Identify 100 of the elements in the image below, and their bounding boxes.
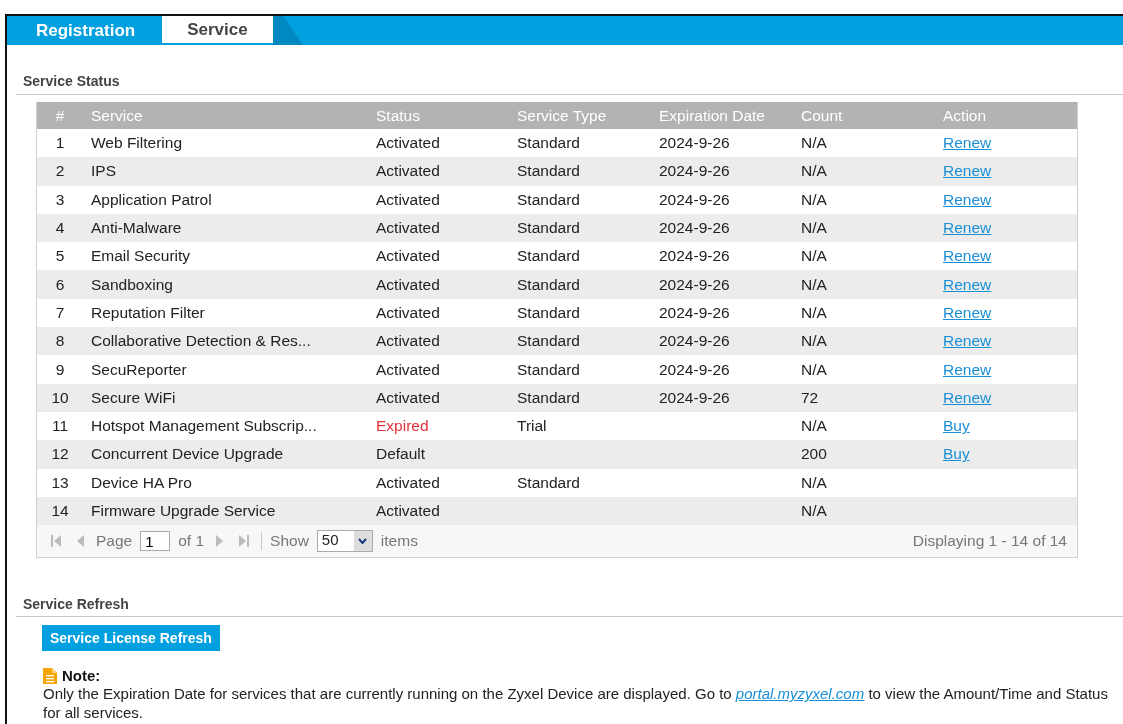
table-cell: IPS (91, 162, 116, 180)
table-cell: 6 (55, 275, 65, 293)
table-cell: Collaborative Detection & Res... (91, 332, 311, 350)
action-link[interactable]: Renew (943, 162, 992, 180)
table-cell: Activated (376, 162, 440, 180)
table-cell: 8 (55, 332, 65, 350)
action-link[interactable]: Renew (943, 332, 992, 350)
table-cell: Activated (376, 275, 440, 293)
items-per-page-select[interactable]: 50 (316, 530, 373, 553)
table-cell: Web Filtering (91, 134, 183, 152)
table-cell: 2 (55, 162, 65, 180)
table-cell: N/A (801, 417, 827, 435)
table-cell: SecuReporter (91, 360, 187, 378)
table-cell: Activated (376, 247, 440, 265)
action-link[interactable]: Renew (943, 275, 992, 293)
table-cell: 2024-9-26 (659, 247, 730, 265)
table-cell: Hotspot Management Subscrip... (91, 417, 317, 435)
table-cell: 13 (51, 473, 69, 491)
action-link[interactable]: Renew (943, 303, 992, 321)
table-cell: N/A (801, 502, 827, 519)
table-cell: 2024-9-26 (659, 275, 730, 293)
action-link[interactable]: Renew (943, 219, 992, 237)
table-cell: 2024-9-26 (659, 162, 730, 180)
table-cell: N/A (801, 473, 827, 491)
table-cell: N/A (801, 275, 827, 293)
table-cell: N/A (801, 247, 827, 265)
table-cell: Standard (517, 303, 580, 321)
table-cell: Standard (517, 219, 580, 237)
column-header: Service (90, 106, 143, 125)
table-cell: Concurrent Device Upgrade (91, 445, 284, 463)
column-header: Expiration Date (658, 106, 765, 125)
table-cell: Activated (376, 388, 440, 406)
table-cell: Activated (376, 502, 440, 519)
column-header: Count (800, 106, 843, 125)
note-title: Note: (62, 667, 101, 685)
display-summary: Displaying 1 - 14 of 14 (912, 532, 1067, 551)
section-title: Service Refresh (16, 596, 1123, 618)
table-cell: 10 (51, 388, 69, 406)
license-refresh-button[interactable]: Service License Refresh (42, 625, 220, 652)
table-cell: Activated (376, 134, 440, 152)
table-cell: Activated (376, 190, 440, 208)
table-cell: Reputation Filter (91, 303, 205, 321)
table-cell: Activated (376, 332, 440, 350)
table-cell: 3 (55, 190, 65, 208)
tab-edge-icon (272, 16, 303, 45)
table-cell: 9 (55, 360, 65, 378)
column-header: Action (942, 106, 987, 125)
items-label: items (380, 532, 418, 551)
action-link[interactable]: Renew (943, 388, 992, 406)
table-cell: Standard (517, 388, 580, 406)
table-cell: N/A (801, 332, 827, 350)
first-page-icon[interactable] (50, 534, 62, 549)
tab[interactable]: Service (162, 16, 273, 43)
action-link[interactable]: Buy (943, 417, 970, 435)
action-link[interactable]: Buy (943, 445, 970, 463)
show-label: Show (270, 532, 309, 551)
action-link[interactable]: Renew (943, 134, 992, 152)
table-cell: Activated (376, 219, 440, 237)
table-cell: Activated (376, 360, 440, 378)
table-cell: Standard (517, 162, 580, 180)
table-cell: Activated (376, 473, 440, 491)
page-input[interactable]: 1 (140, 531, 171, 552)
table-cell: N/A (801, 219, 827, 237)
table-cell: Activated (376, 303, 440, 321)
table-cell: Standard (517, 275, 580, 293)
action-link[interactable]: Renew (943, 190, 992, 208)
table-cell: N/A (801, 360, 827, 378)
last-page-icon[interactable] (238, 534, 251, 549)
note-icon (43, 667, 57, 684)
table-cell: N/A (801, 190, 827, 208)
table-cell: 2024-9-26 (659, 190, 730, 208)
table-cell: 2024-9-26 (659, 360, 730, 378)
table-cell: Firmware Upgrade Service (91, 502, 276, 519)
table-cell: Standard (517, 473, 580, 491)
table-cell: 14 (51, 502, 69, 519)
column-header: Service Type (516, 106, 607, 125)
table-cell: Expired (376, 417, 429, 435)
table-cell: 11 (51, 417, 69, 435)
table-cell: 2024-9-26 (659, 388, 730, 406)
action-link[interactable]: Renew (943, 247, 992, 265)
portal-link[interactable]: portal.myzyxel.com (735, 685, 865, 703)
table-cell: 2024-9-26 (659, 134, 730, 152)
table-cell: Standard (517, 190, 580, 208)
table-cell: 2024-9-26 (659, 303, 730, 321)
next-page-icon[interactable] (215, 534, 225, 549)
page-label: Page (96, 532, 133, 551)
previous-page-icon[interactable] (76, 534, 85, 549)
caret-icon (358, 538, 368, 545)
table-cell: N/A (801, 162, 827, 180)
table-cell: 5 (55, 247, 65, 265)
table-cell: 1 (55, 134, 65, 152)
table-cell: Device HA Pro (91, 473, 192, 491)
table-cell: Anti-Malware (91, 219, 182, 237)
table-cell: 2024-9-26 (659, 332, 730, 350)
table-cell: Email Security (91, 247, 191, 265)
column-header: # (55, 106, 65, 125)
page-count: of 1 (178, 532, 205, 551)
table-cell: 7 (55, 303, 65, 321)
table-cell: Trial (517, 417, 547, 435)
action-link[interactable]: Renew (943, 360, 992, 378)
